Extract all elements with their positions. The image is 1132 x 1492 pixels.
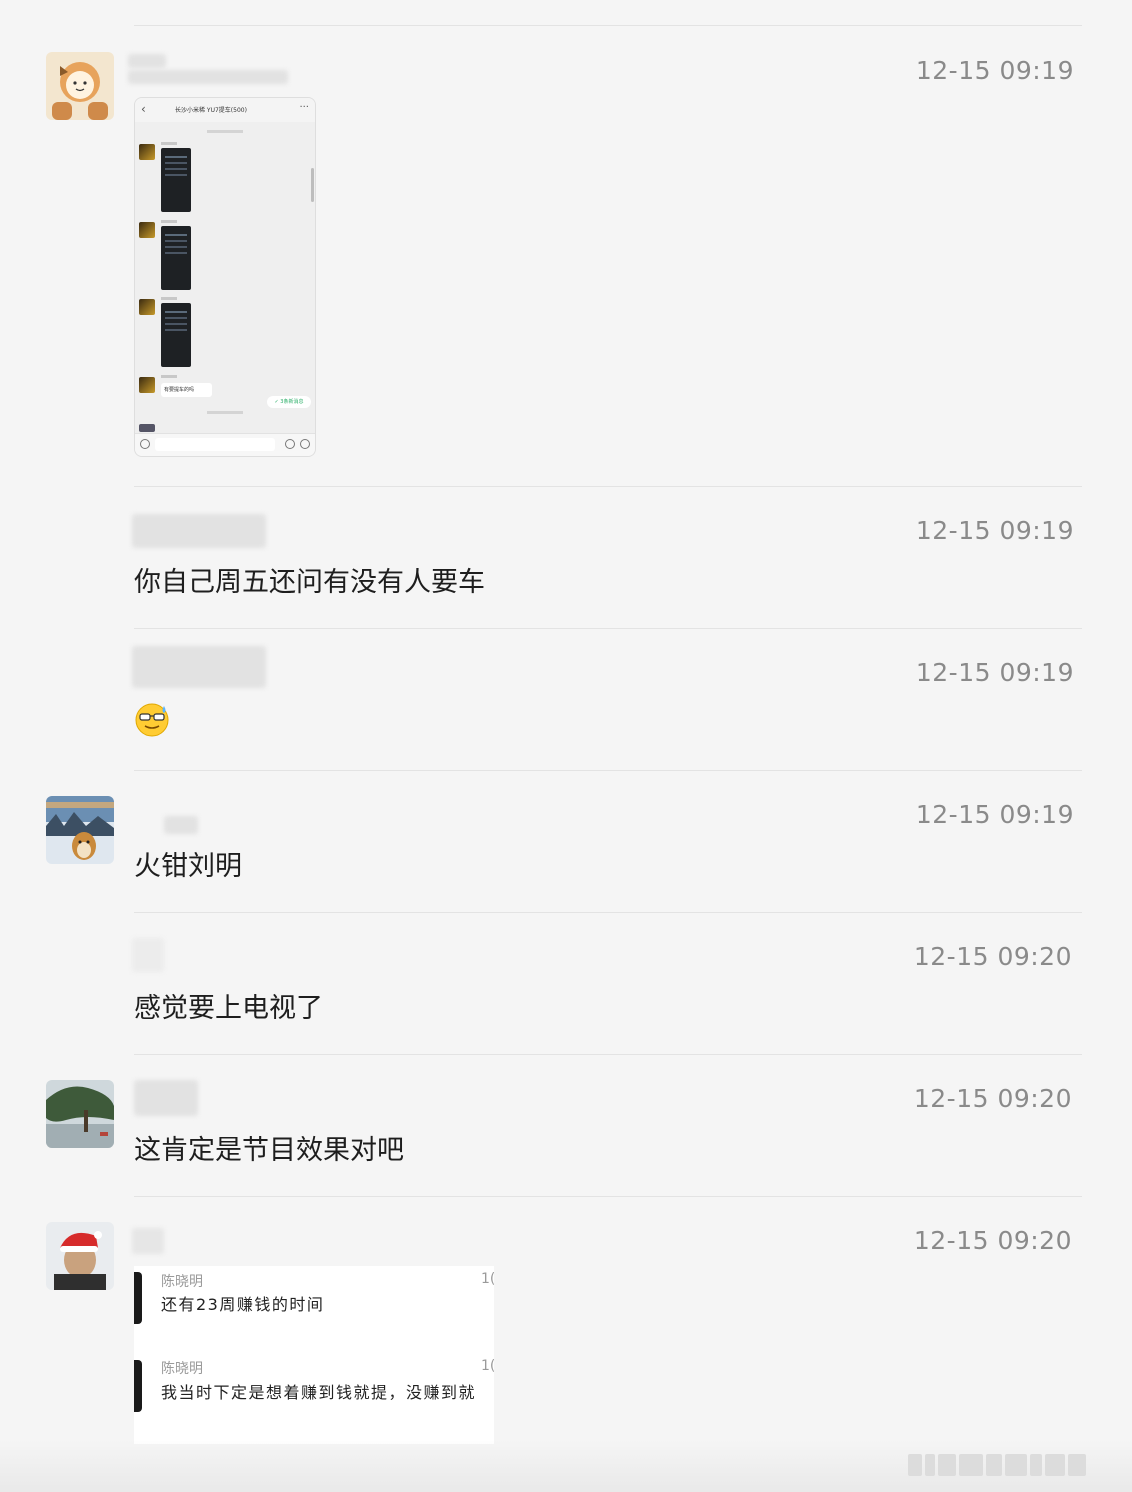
sweat-smile-sunglasses-icon xyxy=(135,703,169,737)
quote-text: 还有23周赚钱的时间 xyxy=(161,1295,325,1314)
back-arrow-icon: ‹ xyxy=(141,102,146,116)
message-timestamp: 12-15 09:19 xyxy=(915,56,1074,85)
more-dots-icon: ··· xyxy=(299,102,309,113)
thumb-scrollbar xyxy=(311,168,314,202)
quote-avatar-edge xyxy=(134,1360,142,1412)
plus-icon xyxy=(300,439,310,449)
sender-name-blurred xyxy=(132,938,164,972)
thumb-name xyxy=(161,375,177,378)
thumb-header: ‹ 长沙小米稀 YU7提车(500) ··· xyxy=(135,98,315,122)
message-text: 火钳刘明 xyxy=(134,851,242,882)
message-text: 你自己周五还问有没有人要车 xyxy=(134,567,485,598)
thumb-chat-title: 长沙小米稀 YU7提车(500) xyxy=(175,107,247,114)
message-timestamp: 12-15 09:19 xyxy=(915,800,1074,829)
watermark-blurred xyxy=(908,1454,1118,1480)
divider xyxy=(134,912,1082,913)
divider xyxy=(134,1196,1082,1197)
sender-name-blurred xyxy=(132,1228,164,1254)
thumb-time-stamp xyxy=(207,411,243,414)
quote-sender-name: 陈晓明 xyxy=(161,1274,203,1290)
sender-name-blurred xyxy=(132,646,266,688)
thumb-input-field xyxy=(155,438,275,451)
quote-sender-name: 陈晓明 xyxy=(161,1361,203,1377)
thumb-avatar xyxy=(139,424,155,432)
message-timestamp: 12-15 09:20 xyxy=(913,1226,1072,1255)
sender-name-blurred xyxy=(128,70,288,84)
quote-text: 我当时下定是想着赚到钱就提，没赚到就 xyxy=(161,1383,477,1402)
thumb-time-stamp xyxy=(207,130,243,133)
divider xyxy=(134,1054,1082,1055)
message-timestamp: 12-15 09:20 xyxy=(913,942,1072,971)
message-timestamp: 12-15 09:19 xyxy=(915,516,1074,545)
tree-landscape-avatar-icon[interactable] xyxy=(46,1080,114,1148)
thumb-avatar xyxy=(139,222,155,238)
thumb-new-messages-pill: ✓ 3条新消息 xyxy=(267,396,311,408)
quote-time-fragment: 1( xyxy=(481,1271,494,1287)
screenshot-thumbnail[interactable]: ‹ 长沙小米稀 YU7提车(500) ··· 有要提车的吗 ✓ 3条新消息 xyxy=(134,97,316,457)
thumb-image xyxy=(161,303,191,367)
quote-avatar-edge xyxy=(134,1272,142,1324)
thumb-avatar xyxy=(139,377,155,393)
divider xyxy=(134,486,1082,487)
emoji-icon xyxy=(285,439,295,449)
santa-hat-person-avatar-icon[interactable] xyxy=(46,1222,114,1290)
sender-name-blurred xyxy=(128,54,166,68)
divider xyxy=(134,25,1082,26)
thumb-image xyxy=(161,226,191,290)
sender-name-blurred xyxy=(132,514,266,548)
sender-name-blurred xyxy=(164,816,198,834)
dog-snow-avatar-icon[interactable] xyxy=(46,796,114,864)
thumb-input-bar xyxy=(135,433,315,456)
thumb-avatar xyxy=(139,299,155,315)
message-text: 这肯定是节目效果对吧 xyxy=(134,1135,404,1166)
divider xyxy=(134,770,1082,771)
message-timestamp: 12-15 09:19 xyxy=(915,658,1074,687)
divider xyxy=(134,628,1082,629)
voice-icon xyxy=(140,439,150,449)
message-text: 感觉要上电视了 xyxy=(134,993,323,1024)
quoted-chat-image[interactable]: 陈晓明 1( 还有23周赚钱的时间 陈晓明 1( 我当时下定是想着赚到钱就提，没… xyxy=(134,1266,494,1444)
cartoon-cat-avatar-icon[interactable] xyxy=(46,52,114,120)
thumb-name xyxy=(161,142,177,145)
thumb-avatar xyxy=(139,144,155,160)
quote-time-fragment: 1( xyxy=(481,1358,494,1374)
thumb-text-bubble: 有要提车的吗 xyxy=(161,383,212,397)
message-timestamp: 12-15 09:20 xyxy=(913,1084,1072,1113)
thumb-name xyxy=(161,220,177,223)
thumb-name xyxy=(161,297,177,300)
sender-name-blurred xyxy=(134,1080,198,1116)
thumb-image xyxy=(161,148,191,212)
